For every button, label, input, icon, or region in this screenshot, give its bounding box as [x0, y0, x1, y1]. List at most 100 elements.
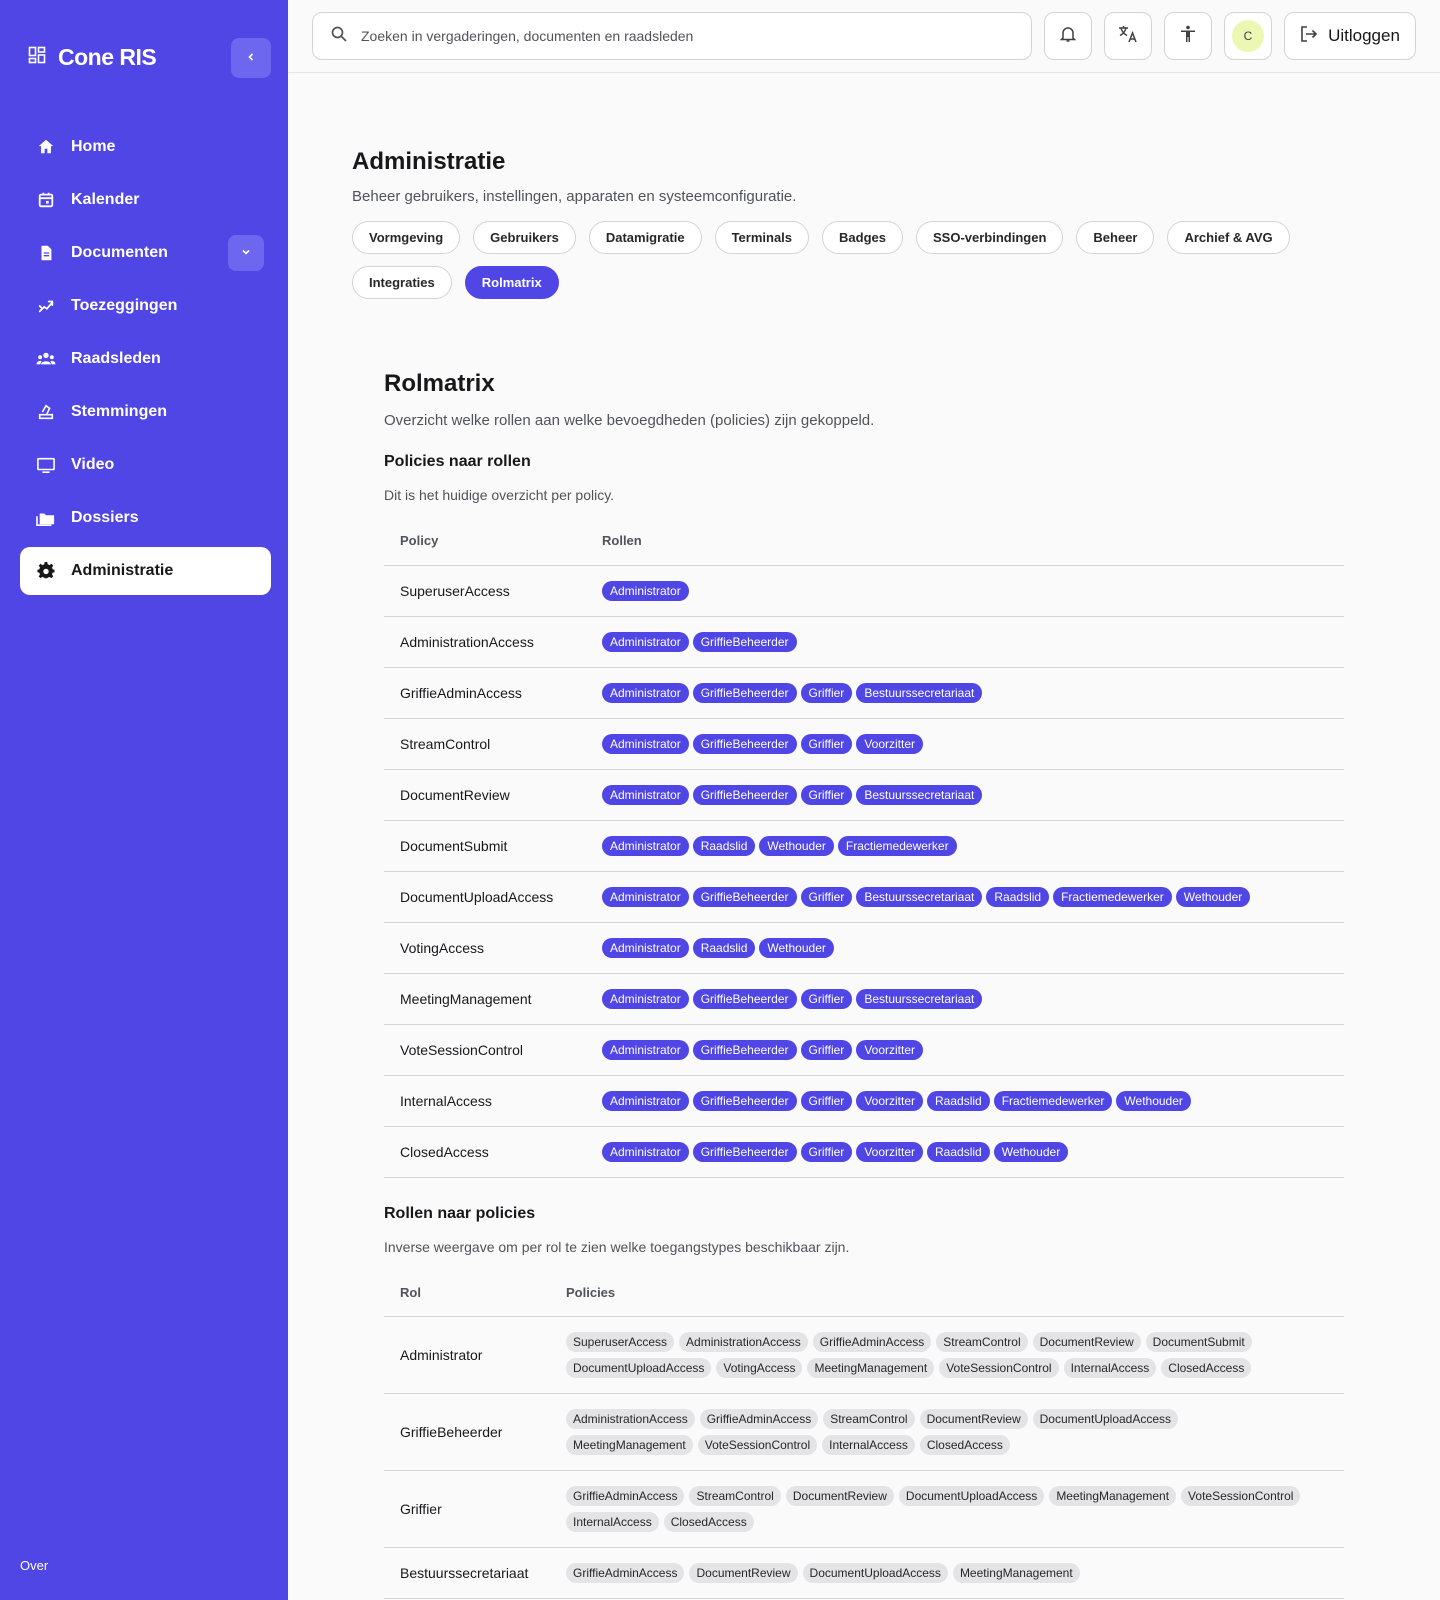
tab-archief-avg[interactable]: Archief & AVG — [1167, 221, 1290, 254]
role-name: GriffieBeheerder — [384, 1393, 550, 1471]
role-badge: Wethouder — [1175, 886, 1251, 907]
role-badge: Administrator — [602, 733, 689, 754]
policy-name: DocumentUploadAccess — [384, 871, 586, 923]
home-icon — [36, 137, 56, 157]
accessibility-button[interactable] — [1164, 12, 1212, 60]
brand[interactable]: Cone RIS — [28, 44, 157, 71]
accessibility-icon — [1179, 25, 1197, 48]
role-badge: Fractiemedewerker — [1053, 886, 1172, 907]
notifications-button[interactable] — [1044, 12, 1092, 60]
role-badge: Griffier — [800, 682, 853, 703]
tab-beheer[interactable]: Beheer — [1076, 221, 1155, 254]
table-row: VotingAccess Administrator Raadslid Wethoud… — [384, 922, 1344, 974]
sidebar-item-home[interactable]: Home — [20, 123, 271, 171]
sidebar-item-label: Documenten — [71, 244, 168, 261]
table-row: DocumentUploadAccess Administrator Griffie… — [384, 871, 1344, 923]
search-input[interactable] — [361, 28, 1001, 44]
policies-table: Policy Rollen SuperuserAccess Administrat… — [384, 517, 1344, 1178]
sidebar-item-stemmingen[interactable]: Stemmingen — [20, 388, 271, 436]
sidebar-nav: Home Kalender Documenten Toezeggingen Ra… — [20, 123, 271, 600]
tab-badges[interactable]: Badges — [822, 221, 903, 254]
sidebar-item-administratie[interactable]: Administratie — [20, 547, 271, 595]
policy-name: VotingAccess — [384, 922, 586, 974]
about-link[interactable]: Over — [20, 1558, 48, 1573]
policy-badge-list: GriffieAdminAccess StreamControl DocumentR… — [566, 1486, 1306, 1532]
policy-badge: DocumentUploadAccess — [566, 1358, 712, 1378]
rolmatrix-section: Rolmatrix Overzicht welke rollen aan wel… — [384, 370, 1344, 1599]
role-badge: GriffieBeheerder — [692, 682, 797, 703]
policy-badge: DocumentReview — [1032, 1332, 1141, 1352]
sidebar: Cone RIS Home Kalender Documenten Toezeg… — [0, 0, 288, 1600]
role-badge: Administrator — [602, 784, 689, 805]
role-badge: Administrator — [602, 1141, 689, 1162]
table-row: AdministrationAccess Administrator Griffie… — [384, 616, 1344, 668]
role-badge: Griffier — [800, 886, 853, 907]
gear-icon — [36, 561, 56, 581]
policy-badge: ClosedAccess — [1161, 1358, 1252, 1378]
tab-terminals[interactable]: Terminals — [714, 221, 810, 254]
page-subtitle: Beheer gebruikers, instellingen, apparat… — [352, 188, 797, 205]
policy-badge: GriffieAdminAccess — [699, 1409, 819, 1429]
role-badge-list: Administrator GriffieBeheerder Griffier Voo… — [602, 1090, 1344, 1111]
sidebar-item-label: Administratie — [71, 562, 174, 579]
logout-button[interactable]: Uitloggen — [1284, 12, 1416, 60]
role-badge: GriffieBeheerder — [692, 886, 797, 907]
sidebar-collapse-button[interactable] — [231, 38, 271, 78]
policy-badge: GriffieAdminAccess — [566, 1486, 685, 1506]
role-badge: Griffier — [800, 988, 853, 1009]
policies-to-roles-description: Dit is het huidige overzicht per policy. — [384, 487, 615, 503]
sidebar-item-kalender[interactable]: Kalender — [20, 176, 271, 224]
role-badge: GriffieBeheerder — [692, 1141, 797, 1162]
policy-name: AdministrationAccess — [384, 616, 586, 668]
policy-name: MeetingManagement — [384, 973, 586, 1025]
roles-table: Rol Policies Administrator SuperuserAcces… — [384, 1268, 1344, 1599]
logout-label: Uitloggen — [1328, 26, 1400, 45]
roles-cell: Administrator GriffieBeheerder Griffier Bes… — [586, 871, 1344, 923]
policy-badge: DocumentReview — [689, 1563, 798, 1583]
policy-badge: DocumentSubmit — [1145, 1332, 1252, 1352]
column-header-policy: Policy — [384, 517, 586, 566]
table-row: Griffier GriffieAdminAccess StreamControl D… — [384, 1470, 1344, 1548]
policy-badge: AdministrationAccess — [566, 1409, 695, 1429]
table-row: GriffieBeheerder AdministrationAccess Grif… — [384, 1393, 1344, 1471]
sidebar-item-label: Toezeggingen — [71, 297, 178, 314]
roles-cell: Administrator GriffieBeheerder Griffier Voo… — [586, 1126, 1344, 1178]
sidebar-item-video[interactable]: Video — [20, 441, 271, 489]
sidebar-item-raadsleden[interactable]: Raadsleden — [20, 335, 271, 383]
bell-icon — [1059, 25, 1077, 48]
policy-badge-list: GriffieAdminAccess DocumentReview Document… — [566, 1563, 1306, 1583]
tab-datamigratie[interactable]: Datamigratie — [588, 221, 702, 254]
calendar-icon — [36, 190, 56, 210]
documenten-expand-button[interactable] — [228, 235, 264, 271]
policy-badge: ClosedAccess — [919, 1435, 1010, 1455]
policy-badge-list: AdministrationAccess GriffieAdminAccess St… — [566, 1409, 1306, 1455]
roles-cell: Administrator GriffieBeheerder Griffier Voo… — [586, 1075, 1344, 1127]
search-bar[interactable] — [312, 12, 1032, 60]
policy-badge: InternalAccess — [822, 1435, 915, 1455]
tab-gebruikers[interactable]: Gebruikers — [473, 221, 576, 254]
user-menu-button[interactable]: C — [1224, 12, 1272, 60]
sidebar-item-dossiers[interactable]: Dossiers — [20, 494, 271, 542]
role-badge: Bestuurssecretariaat — [856, 784, 983, 805]
sidebar-item-documenten[interactable]: Documenten — [20, 229, 271, 277]
topbar: C Uitloggen — [288, 0, 1440, 73]
policy-badge: MeetingManagement — [952, 1563, 1080, 1583]
role-name: Griffier — [384, 1470, 550, 1548]
tab-rolmatrix[interactable]: Rolmatrix — [464, 266, 559, 299]
page-title: Administratie — [352, 148, 506, 175]
policy-name: InternalAccess — [384, 1075, 586, 1127]
policy-badge: InternalAccess — [566, 1512, 659, 1532]
policy-badge: SuperuserAccess — [566, 1332, 675, 1352]
policy-name: DocumentSubmit — [384, 820, 586, 872]
tab-sso-verbindingen[interactable]: SSO-verbindingen — [916, 221, 1064, 254]
policy-name: DocumentReview — [384, 769, 586, 821]
people-icon — [36, 349, 56, 369]
sidebar-item-toezeggingen[interactable]: Toezeggingen — [20, 282, 271, 330]
avatar: C — [1232, 20, 1264, 52]
policy-badge: DocumentUploadAccess — [802, 1563, 948, 1583]
language-button[interactable] — [1104, 12, 1152, 60]
tab-integraties[interactable]: Integraties — [352, 266, 452, 299]
tab-vormgeving[interactable]: Vormgeving — [352, 221, 461, 254]
ballot-icon — [36, 402, 56, 422]
policy-badge: MeetingManagement — [1049, 1486, 1177, 1506]
